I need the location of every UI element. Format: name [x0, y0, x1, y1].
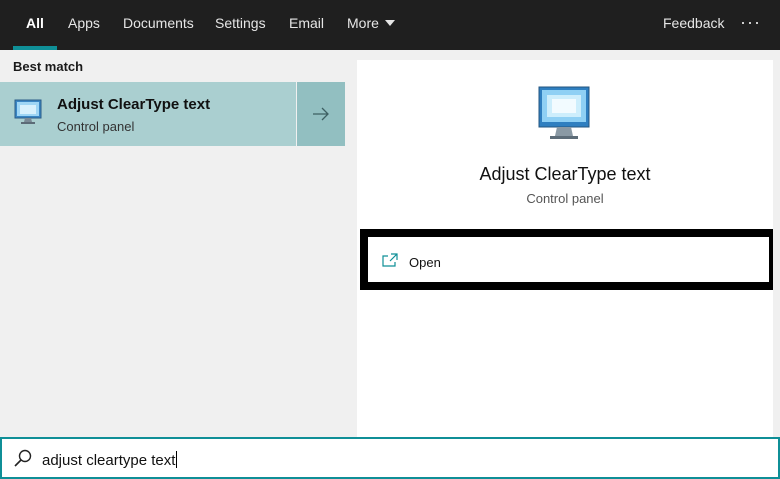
monitor-icon — [538, 86, 590, 139]
text-cursor — [176, 451, 178, 468]
details-pane: Adjust ClearType text Control panel Open — [357, 60, 777, 438]
tab-email[interactable]: Email — [289, 0, 324, 50]
tab-more-label: More — [347, 15, 379, 31]
monitor-icon — [14, 99, 42, 124]
search-scope-tabbar: All Apps Documents Settings Email More F… — [0, 0, 780, 50]
tab-documents[interactable]: Documents — [123, 0, 194, 50]
result-subtitle: Control panel — [57, 119, 135, 134]
result-title: Adjust ClearType text — [57, 96, 211, 113]
open-icon — [382, 253, 398, 267]
search-input[interactable]: adjust cleartype text — [42, 451, 178, 469]
search-box[interactable]: adjust cleartype text — [0, 437, 780, 479]
chevron-down-icon — [384, 20, 395, 27]
search-query: adjust cleartype text — [42, 452, 176, 469]
best-match-heading: Best match — [13, 59, 84, 74]
more-options-button[interactable]: ··· — [740, 0, 761, 50]
arrow-right-icon — [313, 107, 329, 121]
feedback-button[interactable]: Feedback — [663, 0, 724, 50]
search-icon — [14, 449, 32, 467]
tab-more[interactable]: More — [347, 0, 395, 50]
open-action-button[interactable]: Open — [368, 237, 769, 282]
detail-title: Adjust ClearType text — [479, 164, 651, 184]
tab-all[interactable]: All — [13, 0, 57, 50]
results-pane: Best match Adjust ClearType text Control… — [0, 50, 357, 438]
focus-highlight: Open — [360, 229, 777, 290]
expand-result-button[interactable] — [297, 82, 345, 146]
tab-apps[interactable]: Apps — [68, 0, 100, 50]
tab-settings[interactable]: Settings — [215, 0, 266, 50]
detail-subtitle: Control panel — [526, 191, 604, 206]
open-action-label: Open — [409, 255, 441, 270]
pane-edge — [773, 60, 780, 438]
best-match-result[interactable]: Adjust ClearType text Control panel — [0, 82, 296, 146]
